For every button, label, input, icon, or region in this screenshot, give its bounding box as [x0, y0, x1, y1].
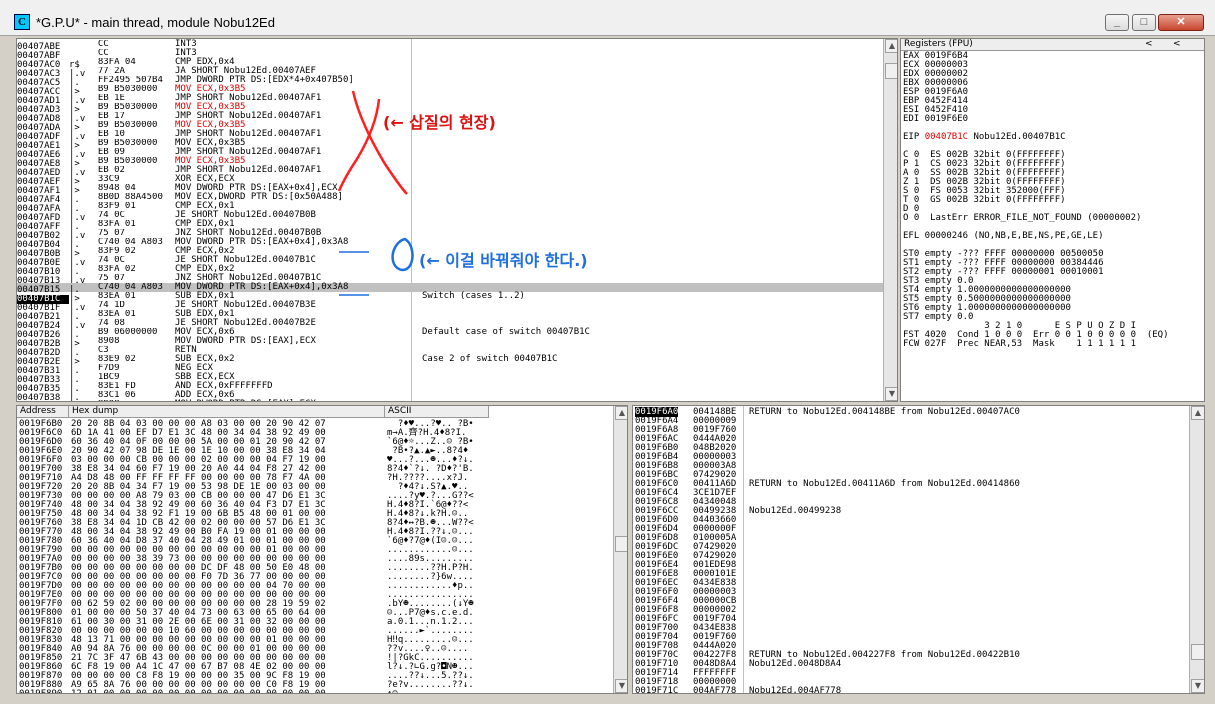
stack-divider	[743, 406, 744, 693]
eip-target: Nobu12Ed.00407B1C	[968, 132, 1066, 142]
annotation-overlay	[337, 90, 414, 296]
stack-row[interactable]: 0019F71C 004AF778 Nobu12Ed.004AF778	[635, 687, 1185, 694]
annotation-change-this: (← 이걸 바꿔줘야 한다.)	[419, 251, 588, 270]
dump-hex-header[interactable]: Hex dump	[69, 406, 385, 418]
register-line[interactable]: O 0 LastErr ERROR_FILE_NOT_FOUND (000000…	[903, 214, 1203, 223]
register-line[interactable]: FCW 027F Prec NEAR,53 Mask 1 1 1 1 1 1	[903, 340, 1203, 349]
dump-hex: 12 01 00 00 00 00 00 00 00 00 00 00 00 0…	[71, 689, 326, 694]
stack-comment: Nobu12Ed.004AF778	[749, 686, 842, 694]
stack-rows: 0019F6A0 004148BE RETURN to Nobu12Ed.00414…	[635, 407, 1185, 694]
stack-comment: Nobu12Ed.0048D8A4	[749, 659, 842, 669]
scroll-down-arrow-icon[interactable]: ▼	[615, 679, 627, 693]
register-line[interactable]: T 0 GS 002B 32bit 0(FFFFFFFF)	[903, 196, 1203, 205]
scroll-down-arrow-icon[interactable]: ▼	[885, 387, 897, 401]
disassembly-pane[interactable]: 00407ABE CC INT3 00407ABF CC INT3 00407AC0 r$…	[16, 38, 898, 402]
maximize-button[interactable]: □	[1132, 14, 1156, 31]
dump-address-header[interactable]: Address	[17, 406, 69, 418]
dump-rows: 0019F6B0 20 20 8B 04 03 00 00 00 A8 03 00…	[19, 420, 489, 694]
next-arrow-icon[interactable]: <	[1173, 39, 1181, 50]
blue-circle-mark	[391, 237, 414, 272]
stack-comment: Nobu12Ed.00499238	[749, 506, 842, 516]
register-line[interactable]: EDI 0019F6E0	[903, 115, 1203, 124]
annotation-digging-site: (← 삽질의 현장)	[383, 113, 496, 132]
stack-comment: RETURN to Nobu12Ed.00411A6D from Nobu12E…	[749, 479, 1020, 489]
eip-label: EIP	[903, 132, 925, 142]
scroll-thumb[interactable]	[615, 536, 627, 552]
window-title: *G.P.U* - main thread, module Nobu12Ed	[36, 15, 275, 30]
eip-value: 00407B1C	[924, 132, 969, 142]
prev-arrow-icon[interactable]: <	[1145, 39, 1153, 50]
registers-pane[interactable]: Registers (FPU) < < EAX 0019F6B4 ECX 0000…	[900, 38, 1205, 402]
title-bar: C *G.P.U* - main thread, module Nobu12Ed…	[0, 0, 1215, 36]
dump-address: 0019F890	[19, 689, 63, 694]
register-lines: EAX 0019F6B4 ECX 00000003 EDX 00000002 EBX …	[903, 52, 1203, 349]
close-button[interactable]: ✕	[1158, 14, 1204, 31]
scroll-down-arrow-icon[interactable]: ▼	[1191, 679, 1204, 693]
app-icon[interactable]: C	[14, 14, 30, 30]
red-x-stroke-1	[351, 90, 408, 195]
scroll-up-arrow-icon[interactable]: ▲	[885, 39, 897, 53]
dump-row[interactable]: 0019F890 12 01 00 00 00 00 00 00 00 00 00…	[19, 690, 489, 694]
stack-comment: RETURN to Nobu12Ed.004148BE from Nobu12E…	[749, 407, 1020, 417]
stack-pane[interactable]: 0019F6A0 004148BE RETURN to Nobu12Ed.00414…	[632, 405, 1205, 694]
register-line[interactable]: EIP 00407B1C Nobu12Ed.00407B1C	[903, 133, 1203, 142]
scroll-up-arrow-icon[interactable]: ▲	[1191, 406, 1204, 420]
stack-scrollbar[interactable]: ▲ ▼	[1189, 406, 1204, 693]
registers-title: Registers (FPU)	[904, 39, 973, 49]
dump-pane[interactable]: Address Hex dump ASCII 0019F6B0 20 20 8B …	[16, 405, 628, 694]
dump-ascii-header[interactable]: ASCII	[385, 406, 489, 418]
scroll-thumb[interactable]	[1191, 644, 1204, 660]
scroll-up-arrow-icon[interactable]: ▲	[615, 406, 627, 420]
stack-value: 004AF778	[693, 686, 737, 694]
disassembly-scrollbar[interactable]: ▲ ▼	[883, 39, 897, 401]
minimize-button[interactable]: _	[1105, 14, 1129, 31]
dump-ascii: ↕☺..............	[387, 689, 474, 694]
dump-scrollbar[interactable]: ▲ ▼	[613, 406, 627, 693]
scroll-thumb[interactable]	[885, 63, 897, 79]
registers-header: Registers (FPU) < <	[901, 39, 1204, 51]
stack-address: 0019F71C	[635, 686, 679, 694]
register-line[interactable]: EFL 00000246 (NO,NB,E,BE,NS,PE,GE,LE)	[903, 232, 1203, 241]
